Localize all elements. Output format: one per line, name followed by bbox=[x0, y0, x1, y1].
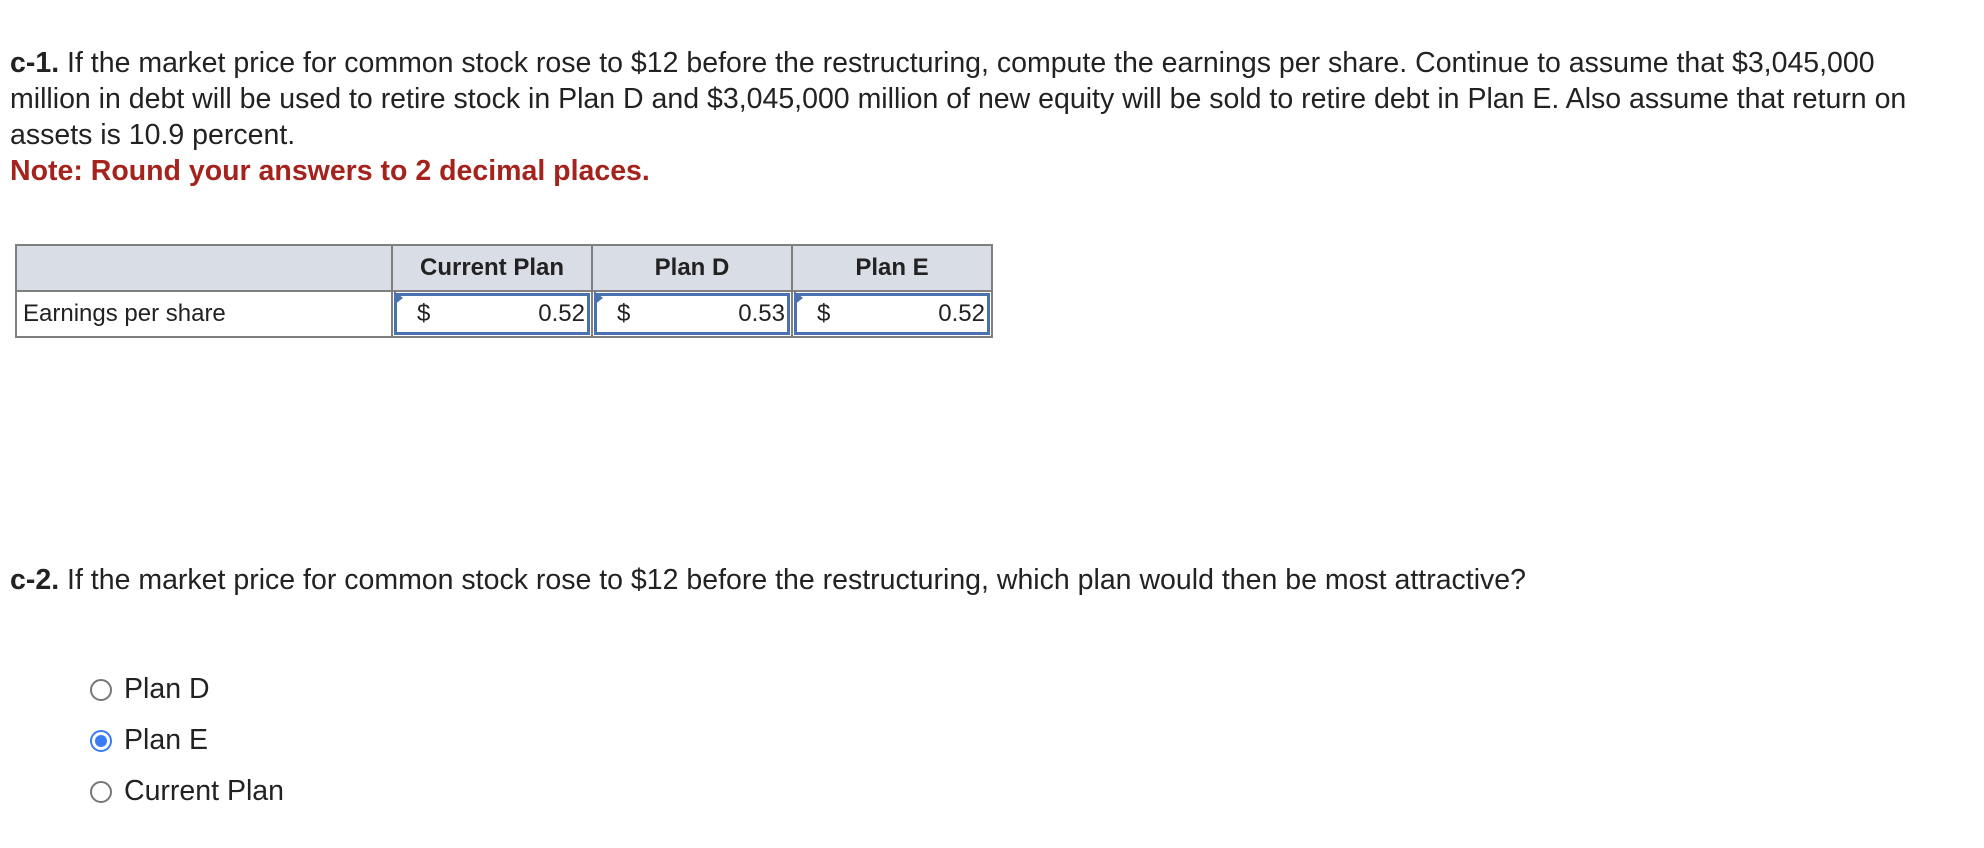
input-value[interactable]: 0.52 bbox=[938, 300, 985, 328]
currency-symbol: $ bbox=[417, 300, 431, 327]
option-label[interactable]: Plan D bbox=[124, 673, 210, 706]
rounding-note: Note: Round your answers to 2 decimal pl… bbox=[10, 155, 650, 187]
option-plan-d[interactable]: Plan D bbox=[90, 664, 284, 715]
table-header-row: Current Plan Plan D Plan E bbox=[15, 244, 993, 292]
input-flag-icon bbox=[794, 291, 803, 305]
option-plan-e[interactable]: Plan E bbox=[90, 715, 284, 766]
question-c1-text: If the market price for common stock ros… bbox=[10, 47, 1907, 151]
question-c2-text: If the market price for common stock ros… bbox=[59, 564, 1526, 596]
question-c2: c-2. If the market price for common stoc… bbox=[10, 562, 1910, 598]
input-value[interactable]: 0.52 bbox=[538, 300, 585, 328]
input-flag-icon bbox=[594, 291, 603, 305]
eps-plan-d-input[interactable]: $ 0.53 bbox=[591, 290, 793, 338]
radio-button-plan-d[interactable] bbox=[90, 678, 112, 701]
input-value[interactable]: 0.53 bbox=[738, 300, 785, 328]
question-c1: c-1. If the market price for common stoc… bbox=[10, 45, 1910, 189]
currency-symbol: $ bbox=[617, 300, 631, 327]
table-row: Earnings per share $ 0.52 $ 0.53 $ 0.52 bbox=[15, 290, 993, 338]
option-label[interactable]: Plan E bbox=[124, 724, 208, 757]
header-current-plan: Current Plan bbox=[391, 244, 593, 292]
question-c2-label: c-2. bbox=[10, 564, 60, 596]
eps-plan-e-input[interactable]: $ 0.52 bbox=[791, 290, 993, 338]
eps-table: Current Plan Plan D Plan E Earnings per … bbox=[15, 244, 993, 338]
header-blank bbox=[15, 244, 393, 292]
radio-button-plan-e[interactable] bbox=[90, 729, 112, 752]
eps-current-plan-input[interactable]: $ 0.52 bbox=[391, 290, 593, 338]
row-label-eps: Earnings per share bbox=[15, 290, 393, 338]
plan-radio-group: Plan D Plan E Current Plan bbox=[90, 664, 284, 817]
question-c1-label: c-1. bbox=[10, 47, 60, 79]
input-flag-icon bbox=[394, 291, 403, 305]
header-plan-e: Plan E bbox=[791, 244, 993, 292]
header-plan-d: Plan D bbox=[591, 244, 793, 292]
radio-button-current-plan[interactable] bbox=[90, 780, 112, 803]
option-current-plan[interactable]: Current Plan bbox=[90, 766, 284, 817]
option-label[interactable]: Current Plan bbox=[124, 775, 284, 808]
currency-symbol: $ bbox=[817, 300, 831, 327]
